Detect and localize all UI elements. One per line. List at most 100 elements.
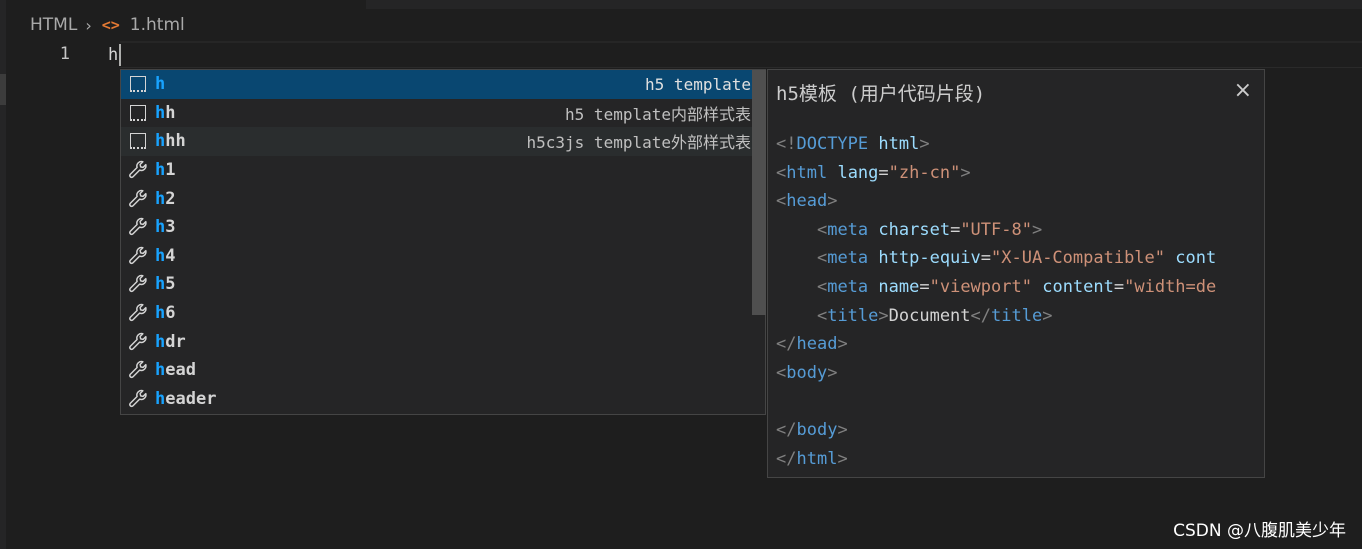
editor-divider — [120, 41, 1362, 43]
suggestion-label: h2 — [155, 189, 176, 209]
code-token: <! — [776, 134, 797, 154]
active-tab-edge[interactable] — [6, 0, 366, 9]
suggestion-label: h5 — [155, 274, 176, 294]
code-token: lang — [837, 162, 879, 183]
suggestion-label: head — [155, 360, 196, 380]
suggestion-rest: ead — [165, 360, 196, 381]
code-token: = — [950, 219, 961, 240]
code-token: cont — [1175, 248, 1217, 269]
breadcrumb-language[interactable]: HTML — [30, 15, 77, 35]
code-token: < — [776, 162, 787, 183]
suggestion-detail: h5 template内部样式表 — [565, 104, 751, 124]
code-token: head — [796, 334, 838, 355]
code-line: <meta http-equiv="X-UA-Compatible" cont — [776, 244, 1216, 273]
code-token: title — [827, 305, 879, 326]
code-token: meta — [827, 219, 869, 240]
suggestion-label: hhh — [155, 131, 186, 151]
wrench-icon — [127, 302, 149, 324]
text-cursor — [119, 44, 122, 66]
code-token: < — [776, 362, 787, 383]
suggest-scrollbar[interactable] — [752, 70, 766, 315]
suggestion-match: h — [155, 160, 166, 181]
suggestion-item[interactable]: h3 — [121, 213, 765, 242]
html-file-icon: <> — [101, 16, 120, 34]
wrench-icon — [127, 331, 149, 353]
code-token: body — [796, 419, 838, 440]
code-token: html — [786, 162, 828, 183]
code-line: <head> — [776, 187, 1216, 216]
suggestion-item[interactable]: h5 — [121, 270, 765, 299]
editor-text[interactable]: h — [108, 44, 122, 66]
suggestion-label: h — [155, 74, 165, 94]
suggestion-match: h — [155, 102, 166, 123]
code-token: > — [827, 191, 838, 212]
suggestion-rest: 6 — [165, 303, 176, 324]
code-token: < — [816, 276, 828, 297]
code-line: </body> — [776, 416, 1216, 445]
code-token: http-equiv — [878, 248, 981, 269]
code-line: <body> — [776, 359, 1216, 388]
suggestion-match: h — [155, 303, 166, 324]
code-token: < — [816, 248, 828, 269]
code-token: > — [919, 134, 930, 154]
code-token: "X-UA-Compatible" — [991, 248, 1166, 269]
wrench-icon — [127, 188, 149, 210]
breadcrumb-file[interactable]: 1.html — [130, 15, 185, 35]
code-token: meta — [827, 276, 869, 297]
tab-bar — [6, 0, 1362, 9]
suggestion-item[interactable]: h1 — [121, 156, 765, 185]
suggestion-match: h — [155, 331, 166, 352]
code-token: </ — [970, 305, 992, 326]
suggestion-item[interactable]: h h5 template — [121, 70, 765, 99]
code-line: <title>Document</title> — [776, 302, 1216, 331]
wrench-icon — [127, 216, 149, 238]
suggest-details-panel: h5模板 (用户代码片段) × <!DOCTYPE html> <html lan… — [767, 69, 1265, 478]
suggestion-item[interactable]: hhh h5c3js template外部样式表 — [121, 127, 765, 156]
suggestion-item[interactable]: h2 — [121, 184, 765, 213]
code-token: > — [837, 448, 848, 469]
code-token: </ — [776, 419, 797, 440]
code-token: Document — [888, 305, 971, 326]
code-token: title — [991, 305, 1043, 326]
suggestion-match: h — [155, 274, 166, 295]
suggestion-item[interactable]: hdr — [121, 327, 765, 356]
suggestion-label: h3 — [155, 217, 176, 237]
suggestion-detail: h5 template — [645, 74, 751, 94]
wrench-icon — [127, 159, 149, 181]
snippet-icon — [127, 73, 149, 95]
snippet-icon — [127, 130, 149, 152]
suggestion-item[interactable]: header — [121, 385, 765, 414]
suggestion-rest: 3 — [165, 217, 176, 238]
suggestion-label: header — [155, 389, 216, 409]
code-token: </ — [776, 448, 797, 469]
code-token: DOCTYPE — [796, 134, 869, 154]
code-line: </html> — [776, 445, 1216, 474]
suggestion-item[interactable]: hh h5 template内部样式表 — [121, 99, 765, 128]
code-token: html — [796, 448, 838, 469]
typed-text: h — [108, 45, 119, 65]
code-token: "width=de — [1124, 276, 1217, 297]
suggestion-item[interactable]: head — [121, 356, 765, 385]
code-line: <!DOCTYPE html> — [776, 130, 1216, 159]
suggest-widget: h h5 template hh h5 template内部样式表 hhh h5c3js … — [120, 69, 766, 415]
wrench-icon — [127, 359, 149, 381]
code-token: "UTF-8" — [960, 219, 1032, 240]
close-icon[interactable]: × — [1234, 78, 1252, 103]
code-token: meta — [827, 248, 869, 269]
code-token: = — [1113, 276, 1125, 297]
code-token: content — [1042, 276, 1114, 297]
suggestion-item[interactable]: h6 — [121, 299, 765, 328]
suggestion-item[interactable]: h4 — [121, 242, 765, 271]
code-token: > — [837, 419, 848, 440]
suggestion-match: h — [155, 131, 166, 152]
code-token: "zh-cn" — [888, 162, 961, 183]
suggestion-match: h — [155, 360, 166, 381]
